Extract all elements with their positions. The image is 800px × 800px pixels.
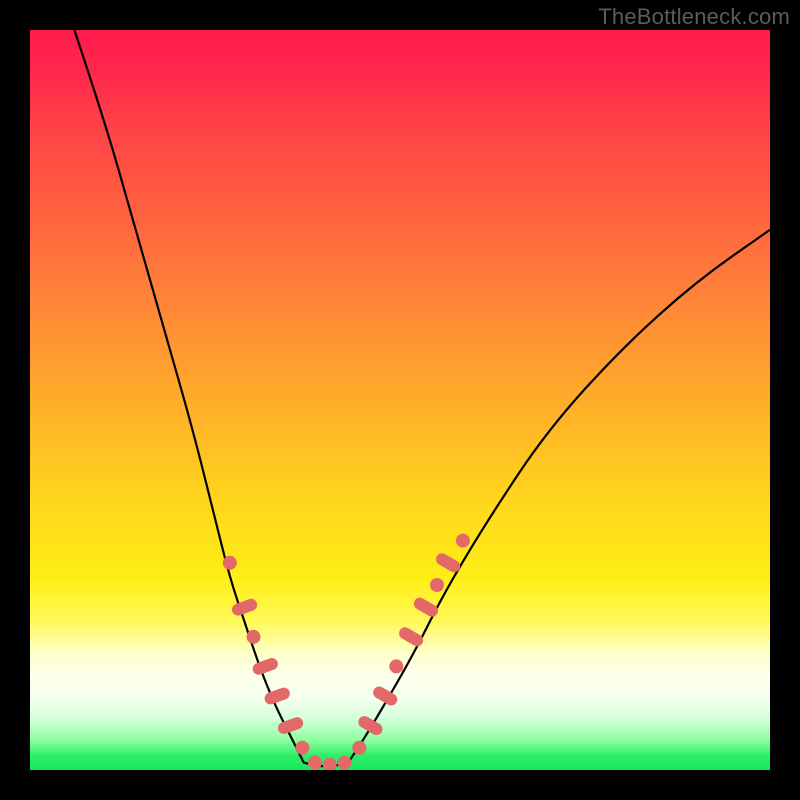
data-marker: [276, 716, 305, 736]
data-marker: [295, 741, 309, 755]
data-marker: [397, 625, 426, 648]
data-marker: [223, 556, 237, 570]
data-marker: [230, 597, 259, 617]
watermark-text: TheBottleneck.com: [598, 4, 790, 30]
chart-svg: [30, 30, 770, 770]
data-marker: [263, 686, 292, 706]
marker-group: [223, 534, 470, 770]
data-marker: [389, 659, 403, 673]
data-marker: [323, 758, 337, 770]
data-marker: [247, 630, 261, 644]
data-marker: [412, 596, 441, 619]
data-marker: [352, 741, 366, 755]
data-marker: [456, 534, 470, 548]
curve-group: [74, 30, 770, 766]
chart-frame: TheBottleneck.com: [0, 0, 800, 800]
plot-area: [30, 30, 770, 770]
data-marker: [251, 656, 280, 676]
data-marker: [356, 714, 385, 737]
data-marker: [430, 578, 444, 592]
bottleneck-curve: [74, 30, 770, 766]
data-marker: [308, 756, 322, 770]
data-marker: [338, 756, 352, 770]
